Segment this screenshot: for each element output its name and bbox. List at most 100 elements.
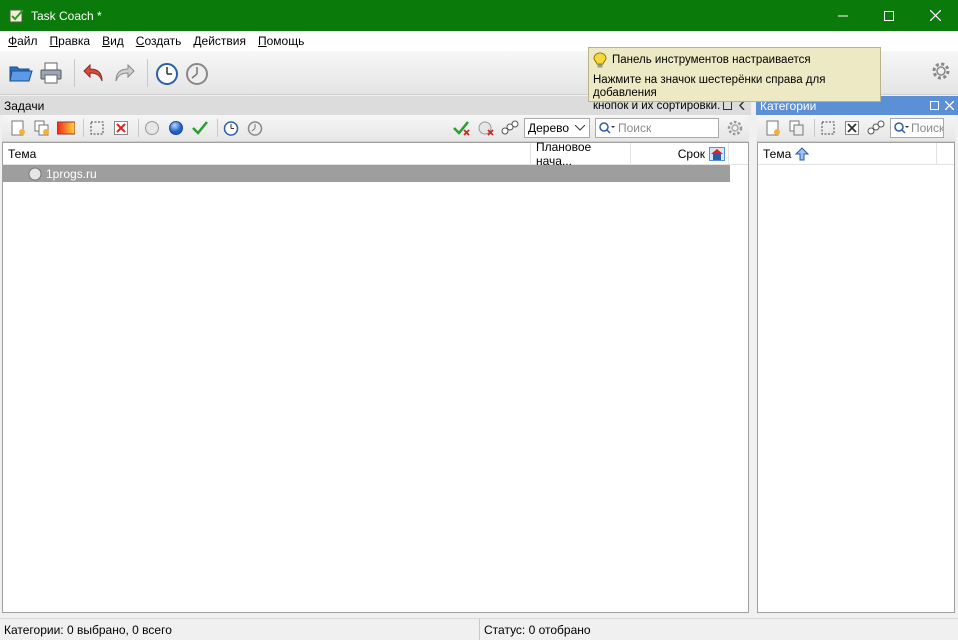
delete-icon bbox=[114, 121, 128, 135]
redo-button[interactable] bbox=[111, 60, 137, 86]
mark-inactive-button[interactable] bbox=[142, 118, 162, 138]
categories-pane-close-button[interactable] bbox=[943, 100, 955, 112]
new-subcategory-icon bbox=[789, 120, 804, 136]
tasks-table[interactable]: Тема Плановое нача... Срок 1progs.ru bbox=[2, 140, 749, 613]
new-subtask-button[interactable] bbox=[32, 118, 52, 138]
column-planned-start[interactable]: Плановое нача... bbox=[531, 140, 631, 168]
toolbar-tooltip: Панель инструментов настраивается Нажмит… bbox=[588, 47, 881, 112]
window-title: Task Coach * bbox=[31, 8, 102, 23]
tasks-toolbar: Дерево bbox=[2, 115, 749, 142]
categories-pane-maximize-button[interactable] bbox=[928, 100, 940, 112]
maximize-pane-icon bbox=[929, 101, 939, 110]
title-bar: Task Coach * bbox=[0, 0, 958, 31]
categories-column-header: Тема bbox=[758, 142, 954, 165]
close-icon bbox=[944, 101, 954, 110]
status-tasks: Статус: 0 отобрано bbox=[484, 622, 591, 637]
category-filter-button[interactable] bbox=[866, 118, 886, 138]
tooltip-title: Панель инструментов настраивается bbox=[612, 54, 811, 66]
color-gradient-icon bbox=[57, 121, 75, 135]
tasks-search-field[interactable] bbox=[595, 118, 719, 138]
sort-home-icon bbox=[709, 146, 725, 161]
redo-icon bbox=[115, 63, 135, 81]
select-all-button[interactable] bbox=[87, 118, 107, 138]
new-task-icon bbox=[11, 120, 25, 136]
table-row[interactable]: 1progs.ru bbox=[3, 165, 730, 182]
new-category-button[interactable] bbox=[763, 118, 783, 138]
column-category-subject[interactable]: Тема bbox=[758, 142, 937, 165]
toolbar-customize-button[interactable] bbox=[930, 60, 952, 85]
chevron-down-icon bbox=[575, 125, 585, 131]
maximize-button[interactable] bbox=[866, 0, 912, 31]
stopwatch-disabled-icon bbox=[247, 121, 263, 136]
search-icon bbox=[599, 122, 615, 134]
tooltip-body-line: кнопок и их сортировки. bbox=[593, 100, 721, 112]
column-spacer bbox=[729, 143, 748, 165]
minimize-button[interactable] bbox=[820, 0, 866, 31]
task-color-button[interactable] bbox=[56, 118, 76, 138]
new-category-icon bbox=[766, 120, 780, 136]
menu-help[interactable]: Помощь bbox=[252, 34, 310, 48]
delete-icon bbox=[845, 121, 859, 135]
tasks-column-header: Тема Плановое нача... Срок bbox=[3, 140, 748, 168]
start-effort-button[interactable] bbox=[221, 118, 241, 138]
circle-gray-icon bbox=[145, 121, 159, 135]
task-coach-app-icon bbox=[9, 8, 24, 22]
new-task-button[interactable] bbox=[8, 118, 28, 138]
close-icon bbox=[929, 10, 941, 21]
categories-table[interactable]: Тема bbox=[757, 142, 955, 613]
close-button[interactable] bbox=[912, 0, 958, 31]
gear-icon bbox=[932, 62, 950, 80]
category-dots-icon bbox=[867, 120, 885, 135]
mark-completed-button[interactable] bbox=[190, 118, 210, 138]
toolbar-separator bbox=[217, 119, 218, 137]
check-filter-icon bbox=[453, 121, 470, 136]
view-mode-value: Дерево bbox=[528, 121, 570, 135]
tooltip-body-line: Нажмите на значок шестерёнки справа для … bbox=[593, 74, 826, 99]
tasks-search-input[interactable] bbox=[618, 121, 698, 135]
select-all-categories-button[interactable] bbox=[818, 118, 838, 138]
tasks-toolbar-customize-button[interactable] bbox=[725, 118, 745, 138]
new-subcategory-button[interactable] bbox=[787, 118, 807, 138]
gear-icon bbox=[727, 120, 743, 136]
toolbar-separator bbox=[74, 58, 75, 87]
printer-icon bbox=[40, 62, 62, 83]
categories-search-input[interactable] bbox=[911, 121, 943, 135]
hide-completed-button[interactable] bbox=[452, 118, 472, 138]
menu-view[interactable]: Вид bbox=[96, 34, 130, 48]
circle-blue-icon bbox=[169, 121, 183, 135]
dotted-selection-icon bbox=[90, 121, 104, 135]
mark-active-button[interactable] bbox=[166, 118, 186, 138]
delete-category-button[interactable] bbox=[842, 118, 862, 138]
stop-effort-button[interactable] bbox=[245, 118, 265, 138]
delete-task-button[interactable] bbox=[111, 118, 131, 138]
hide-inactive-button[interactable] bbox=[476, 118, 496, 138]
new-subtask-icon bbox=[34, 120, 49, 136]
stop-tracking-button[interactable] bbox=[184, 60, 210, 86]
filter-categories-button[interactable] bbox=[500, 118, 520, 138]
status-categories: Категории: 0 выбрано, 0 всего bbox=[0, 619, 480, 640]
stopwatch-icon bbox=[156, 62, 178, 85]
open-button[interactable] bbox=[8, 60, 34, 86]
menu-file[interactable]: Файл bbox=[2, 34, 44, 48]
menu-new[interactable]: Создать bbox=[130, 34, 188, 48]
categories-search-field[interactable] bbox=[890, 118, 944, 138]
search-icon bbox=[894, 122, 909, 134]
toolbar-separator bbox=[83, 119, 84, 137]
minimize-icon bbox=[838, 15, 848, 16]
circle-filter-icon bbox=[478, 121, 494, 136]
column-due-date[interactable]: Срок bbox=[631, 142, 729, 165]
start-tracking-button[interactable] bbox=[154, 60, 180, 86]
status-bar: Категории: 0 выбрано, 0 всего Статус: 0 … bbox=[0, 618, 958, 640]
menu-actions[interactable]: Действия bbox=[187, 34, 252, 48]
view-mode-select[interactable]: Дерево bbox=[524, 118, 590, 138]
dotted-selection-icon bbox=[821, 121, 835, 135]
categories-toolbar bbox=[757, 115, 955, 142]
toolbar-separator bbox=[138, 119, 139, 137]
lightbulb-icon bbox=[593, 52, 607, 68]
column-subject[interactable]: Тема bbox=[3, 142, 531, 165]
stopwatch-disabled-icon bbox=[186, 62, 208, 85]
menu-edit[interactable]: Правка bbox=[44, 34, 97, 48]
column-spacer bbox=[937, 143, 954, 165]
undo-button[interactable] bbox=[81, 60, 107, 86]
print-button[interactable] bbox=[38, 60, 64, 86]
